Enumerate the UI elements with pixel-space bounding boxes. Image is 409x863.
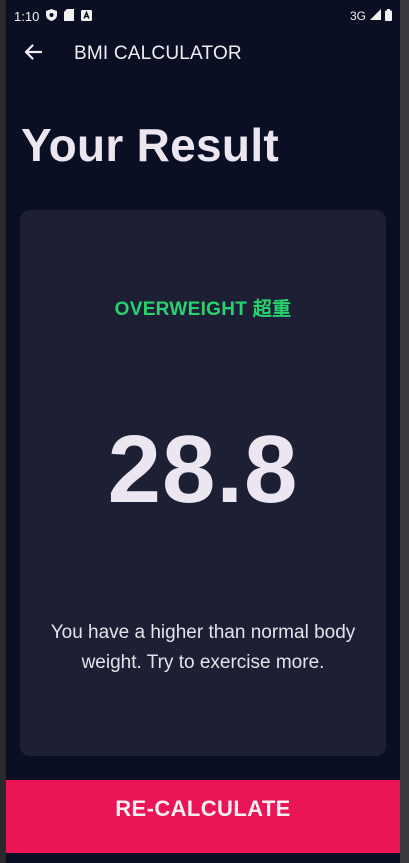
battery-icon — [385, 8, 392, 24]
network-type: 3G — [349, 9, 366, 23]
app-screen: 1:10 3G BMI CALCULATOR Your Result OVERW… — [6, 0, 400, 863]
shield-icon — [46, 8, 58, 24]
status-bar: 1:10 3G — [6, 0, 400, 32]
app-title: BMI CALCULATOR — [74, 43, 242, 64]
result-card: OVERWEIGHT 超重 28.8 You have a higher tha… — [20, 210, 386, 756]
app-bar: BMI CALCULATOR — [6, 32, 400, 76]
back-button[interactable] — [6, 32, 60, 76]
signal-icon — [370, 9, 381, 23]
recalculate-button[interactable]: RE-CALCULATE — [6, 780, 400, 853]
status-time: 1:10 — [14, 8, 40, 24]
notification-a-icon — [81, 9, 93, 24]
bmi-value: 28.8 — [107, 416, 299, 523]
bmi-category: OVERWEIGHT 超重 — [114, 299, 292, 320]
bmi-advice: You have a higher than normal body weigh… — [50, 622, 356, 673]
screen-edge — [400, 0, 409, 863]
sd-card-icon — [64, 8, 75, 24]
page-title: Your Result — [21, 119, 280, 171]
arrow-back-icon — [24, 43, 43, 65]
